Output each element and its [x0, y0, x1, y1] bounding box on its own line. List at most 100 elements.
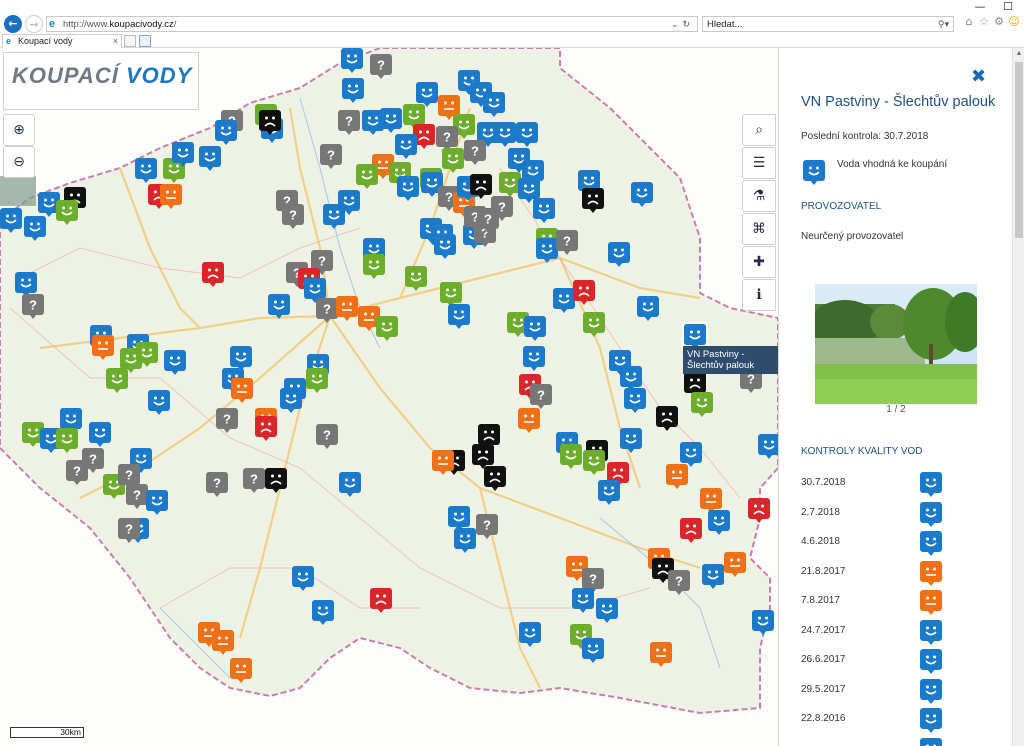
marker-good-icon[interactable] — [395, 134, 417, 159]
marker-good-icon[interactable] — [758, 434, 778, 459]
marker-bad-icon[interactable] — [573, 280, 595, 305]
marker-unknown-icon[interactable]: ? — [126, 484, 148, 509]
tab-close-icon[interactable]: × — [113, 35, 118, 47]
marker-bad-icon[interactable] — [255, 416, 277, 441]
marker-good-icon[interactable] — [553, 288, 575, 313]
check-row[interactable]: 30.7.2018 — [801, 472, 981, 497]
marker-good-icon[interactable] — [312, 600, 334, 625]
marker-good-icon[interactable] — [620, 428, 642, 453]
marker-good-icon[interactable] — [596, 598, 618, 623]
marker-ok-icon[interactable] — [442, 148, 464, 173]
marker-unknown-icon[interactable]: ? — [316, 424, 338, 449]
marker-good-icon[interactable] — [519, 622, 541, 647]
marker-unknown-icon[interactable]: ? — [282, 204, 304, 229]
marker-unknown-icon[interactable]: ? — [320, 144, 342, 169]
check-row[interactable]: 7.8.2017 — [801, 590, 981, 615]
marker-good-icon[interactable] — [572, 588, 594, 613]
back-icon[interactable]: ← — [4, 15, 22, 33]
marker-unknown-icon[interactable]: ? — [243, 468, 265, 493]
marker-good-icon[interactable] — [598, 480, 620, 505]
marker-unknown-icon[interactable]: ? — [530, 384, 552, 409]
marker-good-icon[interactable] — [339, 472, 361, 497]
marker-warn-icon[interactable] — [92, 335, 114, 360]
zoom-in-button[interactable]: ⊕ — [3, 114, 35, 146]
info-tool-button[interactable]: ℹ — [742, 279, 776, 311]
marker-bad-icon[interactable] — [748, 498, 770, 523]
marker-good-icon[interactable] — [483, 92, 505, 117]
marker-warn-icon[interactable] — [724, 552, 746, 577]
ie-tab-icon[interactable] — [139, 35, 151, 47]
marker-good-icon[interactable] — [0, 208, 22, 233]
marker-ok-icon[interactable] — [356, 164, 378, 189]
koupaci-vody-logo[interactable]: KOUPACÍ VODY — [3, 52, 199, 110]
search-tool-button[interactable]: ⌕ — [742, 114, 776, 146]
marker-good-icon[interactable] — [524, 316, 546, 341]
marker-unknown-icon[interactable]: ? — [464, 140, 486, 165]
marker-good-icon[interactable] — [341, 48, 363, 73]
marker-good-icon[interactable] — [680, 442, 702, 467]
marker-unknown-icon[interactable]: ? — [118, 518, 140, 543]
browser-tab[interactable]: e Koupací vody × — [2, 34, 122, 48]
panel-scrollbar[interactable]: ▲ — [1012, 48, 1024, 746]
marker-bad-icon[interactable] — [370, 588, 392, 613]
marker-good-icon[interactable] — [342, 78, 364, 103]
marker-good-icon[interactable] — [146, 490, 168, 515]
search-icon[interactable]: ⚲▾ — [938, 18, 949, 31]
marker-good-icon[interactable] — [582, 638, 604, 663]
search-bar[interactable]: Hledat... ⚲▾ — [702, 16, 954, 32]
marker-unknown-icon[interactable]: ? — [66, 460, 88, 485]
marker-ok-icon[interactable] — [56, 200, 78, 225]
marker-good-icon[interactable] — [199, 146, 221, 171]
marker-good-icon[interactable] — [454, 528, 476, 553]
scroll-thumb[interactable] — [1015, 62, 1023, 238]
close-panel-icon[interactable]: ✖ — [971, 66, 986, 87]
marker-good-icon[interactable] — [164, 350, 186, 375]
marker-unknown-icon[interactable]: ? — [370, 54, 392, 79]
photo-pager[interactable]: 1 / 2 — [815, 404, 977, 415]
zoom-out-button[interactable]: ⊖ — [3, 146, 35, 178]
marker-ok-icon[interactable] — [560, 444, 582, 469]
marker-warn-icon[interactable] — [650, 642, 672, 667]
marker-ok-icon[interactable] — [363, 254, 385, 279]
marker-ok-icon[interactable] — [106, 368, 128, 393]
marker-warn-icon[interactable] — [666, 464, 688, 489]
marker-warn-icon[interactable] — [160, 184, 182, 209]
settings-gear-icon[interactable]: ⚙ — [992, 15, 1006, 29]
marker-good-icon[interactable] — [135, 158, 157, 183]
check-row[interactable]: 24.7.2017 — [801, 619, 981, 645]
marker-good-icon[interactable] — [702, 564, 724, 589]
marker-closed-icon[interactable] — [470, 174, 492, 199]
scroll-up-icon[interactable]: ▲ — [1013, 48, 1024, 60]
marker-good-icon[interactable] — [434, 234, 456, 259]
marker-good-icon[interactable] — [292, 566, 314, 591]
marker-good-icon[interactable] — [148, 390, 170, 415]
marker-good-icon[interactable] — [280, 388, 302, 413]
marker-good-icon[interactable] — [448, 304, 470, 329]
marker-good-icon[interactable] — [215, 120, 237, 145]
marker-warn-icon[interactable] — [212, 630, 234, 655]
marker-ok-icon[interactable] — [306, 368, 328, 393]
marker-good-icon[interactable] — [708, 510, 730, 535]
check-row[interactable]: 26.6.2017 — [801, 649, 981, 674]
marker-good-icon[interactable] — [494, 122, 516, 147]
marker-good-icon[interactable] — [268, 294, 290, 319]
marker-good-icon[interactable] — [533, 198, 555, 223]
check-row[interactable]: 2.7.2018 — [801, 501, 981, 527]
marker-good-icon[interactable] — [523, 346, 545, 371]
marker-unknown-icon[interactable]: ? — [668, 570, 690, 595]
marker-good-icon[interactable] — [637, 296, 659, 321]
marker-closed-icon[interactable] — [259, 110, 281, 135]
home-icon[interactable]: ⌂ — [962, 15, 976, 29]
marker-warn-icon[interactable] — [518, 408, 540, 433]
marker-good-icon[interactable] — [631, 182, 653, 207]
marker-warn-icon[interactable] — [231, 378, 253, 403]
marker-good-icon[interactable] — [516, 122, 538, 147]
marker-good-icon[interactable] — [24, 216, 46, 241]
marker-closed-icon[interactable] — [484, 466, 506, 491]
marker-ok-icon[interactable] — [56, 428, 78, 453]
marker-unknown-icon[interactable]: ? — [477, 208, 499, 233]
link-tool-button[interactable]: ⌘ — [742, 213, 776, 245]
forward-icon[interactable]: → — [25, 15, 43, 33]
refresh-icon[interactable]: ⌄↻ — [671, 18, 694, 31]
marker-ok-icon[interactable] — [583, 312, 605, 337]
